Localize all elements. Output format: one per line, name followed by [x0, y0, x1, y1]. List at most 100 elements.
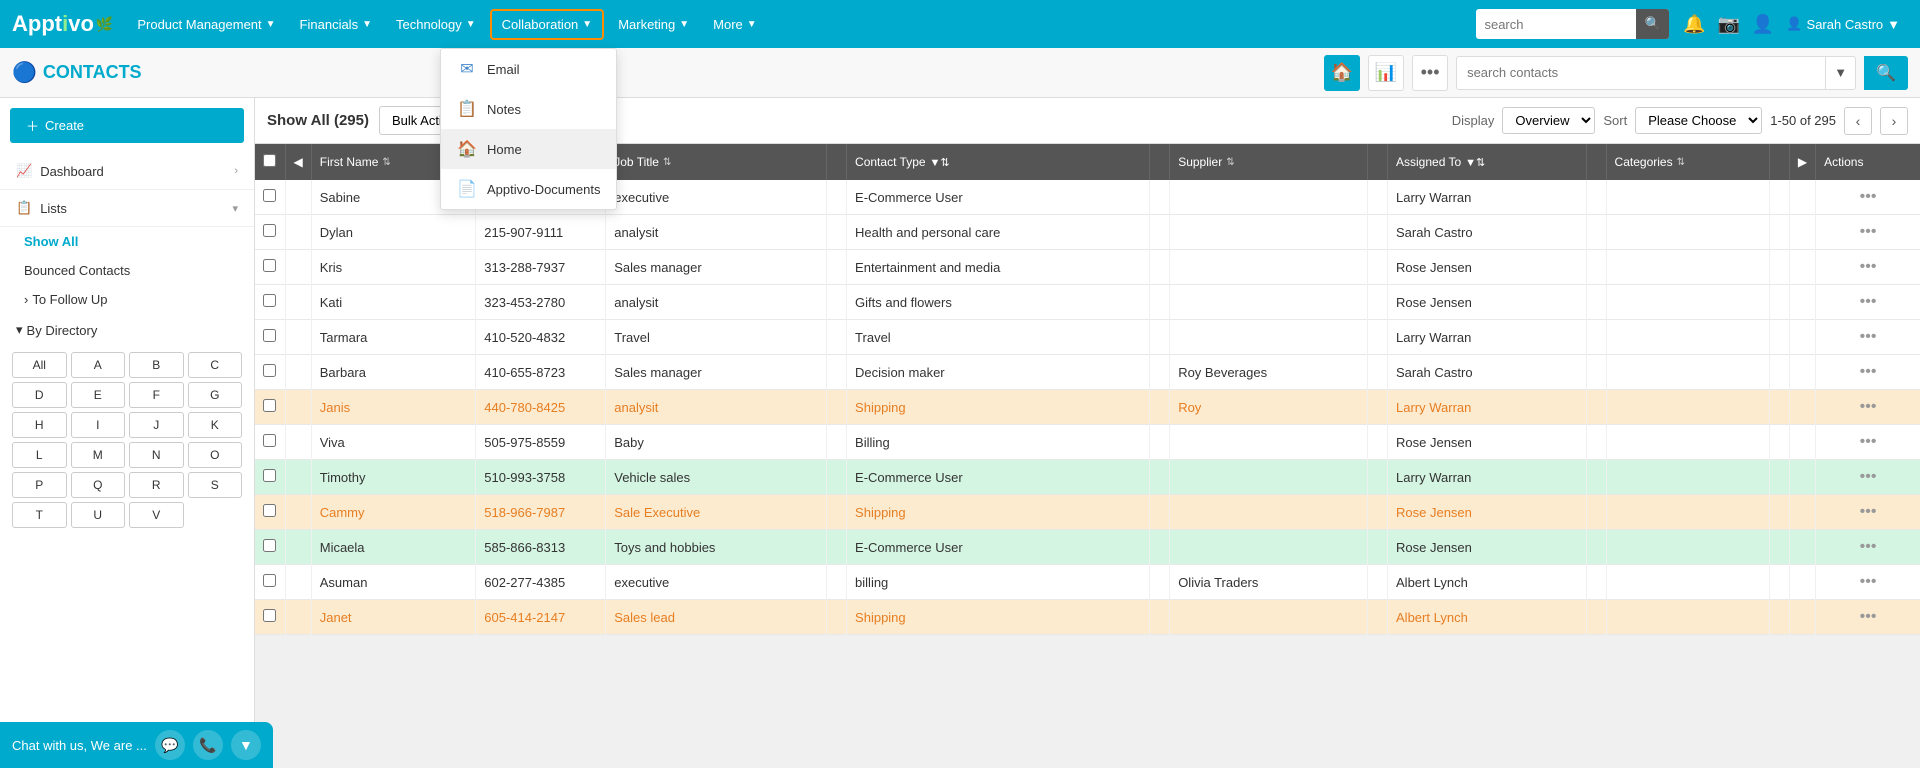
dropdown-item-email[interactable]: ✉ Email [441, 49, 616, 89]
nav-financials[interactable]: Financials ▼ [290, 11, 382, 38]
dir-btn-p[interactable]: P [12, 472, 67, 498]
row-checkbox[interactable] [263, 609, 276, 622]
dir-btn-m[interactable]: M [71, 442, 126, 468]
row-checkbox[interactable] [263, 539, 276, 552]
nav-marketing[interactable]: Marketing ▼ [608, 11, 699, 38]
dir-btn-j[interactable]: J [129, 412, 184, 438]
row-checkbox[interactable] [263, 294, 276, 307]
notifications-icon[interactable]: 🔔 [1683, 14, 1705, 35]
sidebar-item-lists[interactable]: 📋 Lists ▾ [0, 190, 254, 227]
row-checkbox[interactable] [263, 434, 276, 447]
dir-btn-n[interactable]: N [129, 442, 184, 468]
dir-btn-k[interactable]: K [188, 412, 243, 438]
row-actions-button[interactable]: ••• [1816, 250, 1920, 285]
phone-icon-button[interactable]: 📞 [193, 730, 223, 760]
row-name-cell[interactable]: Janet [311, 600, 476, 635]
search-contacts-input[interactable] [1457, 65, 1825, 80]
row-checkbox[interactable] [263, 574, 276, 587]
dir-btn-u[interactable]: U [71, 502, 126, 528]
row-actions-button[interactable]: ••• [1816, 285, 1920, 320]
dir-btn-v[interactable]: V [129, 502, 184, 528]
row-checkbox[interactable] [263, 224, 276, 237]
dir-btn-b[interactable]: B [129, 352, 184, 378]
dir-btn-l[interactable]: L [12, 442, 67, 468]
row-actions-button[interactable]: ••• [1816, 530, 1920, 565]
row-checkbox[interactable] [263, 504, 276, 517]
pagination-next-button[interactable]: › [1880, 107, 1908, 135]
row-actions-button[interactable]: ••• [1816, 495, 1920, 530]
row-actions-button[interactable]: ••• [1816, 460, 1920, 495]
dir-btn-f[interactable]: F [129, 382, 184, 408]
dir-btn-s[interactable]: S [188, 472, 243, 498]
user-menu[interactable]: 👤 Sarah Castro ▼ [1778, 12, 1908, 36]
row-checkbox[interactable] [263, 364, 276, 377]
dropdown-item-documents[interactable]: 📄 Apptivo-Documents [441, 169, 616, 209]
dropdown-item-home[interactable]: 🏠 Home [441, 129, 616, 169]
row-actions-button[interactable]: ••• [1816, 180, 1920, 215]
row-actions-button[interactable]: ••• [1816, 425, 1920, 460]
row-name-cell[interactable]: Micaela [311, 530, 476, 565]
by-directory-toggle[interactable]: ▾ By Directory [0, 314, 254, 346]
row-checkbox[interactable] [263, 399, 276, 412]
messages-icon[interactable]: 📷 [1718, 14, 1740, 35]
row-actions-button[interactable]: ••• [1816, 600, 1920, 635]
display-select[interactable]: Overview [1502, 107, 1595, 134]
row-name-cell[interactable]: Cammy [311, 495, 476, 530]
row-checkbox[interactable] [263, 259, 276, 272]
dropdown-item-notes[interactable]: 📋 Notes [441, 89, 616, 129]
chat-icon-button[interactable]: 💬 [155, 730, 185, 760]
select-all-checkbox[interactable] [263, 154, 276, 167]
nav-technology[interactable]: Technology ▼ [386, 11, 486, 38]
create-button[interactable]: ＋ Create [10, 108, 244, 143]
dir-btn-q[interactable]: Q [71, 472, 126, 498]
dir-btn-c[interactable]: C [188, 352, 243, 378]
chart-view-button[interactable]: 📊 [1368, 55, 1404, 91]
search-dropdown-icon[interactable]: ▼ [1825, 57, 1855, 89]
th-job-title[interactable]: Job Title ⇅ [606, 144, 827, 180]
chat-collapse-button[interactable]: ▼ [231, 730, 261, 760]
nav-product-management[interactable]: Product Management ▼ [127, 11, 285, 38]
row-name-cell[interactable]: Viva [311, 425, 476, 460]
dir-btn-a[interactable]: A [71, 352, 126, 378]
sidebar-link-follow-up[interactable]: › To Follow Up [0, 285, 254, 314]
nav-more[interactable]: More ▼ [703, 11, 767, 38]
dir-btn-e[interactable]: E [71, 382, 126, 408]
row-checkbox[interactable] [263, 329, 276, 342]
row-name-cell[interactable]: Barbara [311, 355, 476, 390]
row-name-cell[interactable]: Timothy [311, 460, 476, 495]
more-views-button[interactable]: ••• [1412, 55, 1448, 91]
th-contact-type[interactable]: Contact Type ▼⇅ [847, 144, 1150, 180]
dir-btn-t[interactable]: T [12, 502, 67, 528]
sidebar-item-dashboard[interactable]: 📈 Dashboard › [0, 153, 254, 190]
sidebar-link-bounced[interactable]: Bounced Contacts [0, 256, 254, 285]
row-actions-button[interactable]: ••• [1816, 215, 1920, 250]
dir-btn-all[interactable]: All [12, 352, 67, 378]
search-input[interactable] [1476, 17, 1636, 32]
row-name-cell[interactable]: Tarmara [311, 320, 476, 355]
th-supplier[interactable]: Supplier ⇅ [1170, 144, 1368, 180]
row-name-cell[interactable]: Asuman [311, 565, 476, 600]
sort-select[interactable]: Please Choose [1635, 107, 1762, 134]
th-expand[interactable]: ▶ [1789, 144, 1815, 180]
th-categories[interactable]: Categories ⇅ [1606, 144, 1769, 180]
row-checkbox[interactable] [263, 189, 276, 202]
contacts-icon[interactable]: 👤 [1752, 14, 1774, 35]
sidebar-link-show-all[interactable]: Show All [0, 227, 254, 256]
row-name-cell[interactable]: Janis [311, 390, 476, 425]
dir-btn-d[interactable]: D [12, 382, 67, 408]
dir-btn-g[interactable]: G [188, 382, 243, 408]
dir-btn-h[interactable]: H [12, 412, 67, 438]
home-view-button[interactable]: 🏠 [1324, 55, 1360, 91]
search-contacts-button[interactable]: 🔍 [1864, 56, 1908, 90]
nav-collaboration[interactable]: Collaboration ▼ [490, 9, 605, 40]
row-checkbox[interactable] [263, 469, 276, 482]
dir-btn-i[interactable]: I [71, 412, 126, 438]
row-name-cell[interactable]: Dylan [311, 215, 476, 250]
search-button[interactable]: 🔍 [1636, 9, 1669, 39]
logo[interactable]: Appt i vo 🌿 [12, 11, 113, 37]
row-name-cell[interactable]: Kris [311, 250, 476, 285]
row-actions-button[interactable]: ••• [1816, 355, 1920, 390]
row-actions-button[interactable]: ••• [1816, 565, 1920, 600]
row-name-cell[interactable]: Kati [311, 285, 476, 320]
dir-btn-r[interactable]: R [129, 472, 184, 498]
